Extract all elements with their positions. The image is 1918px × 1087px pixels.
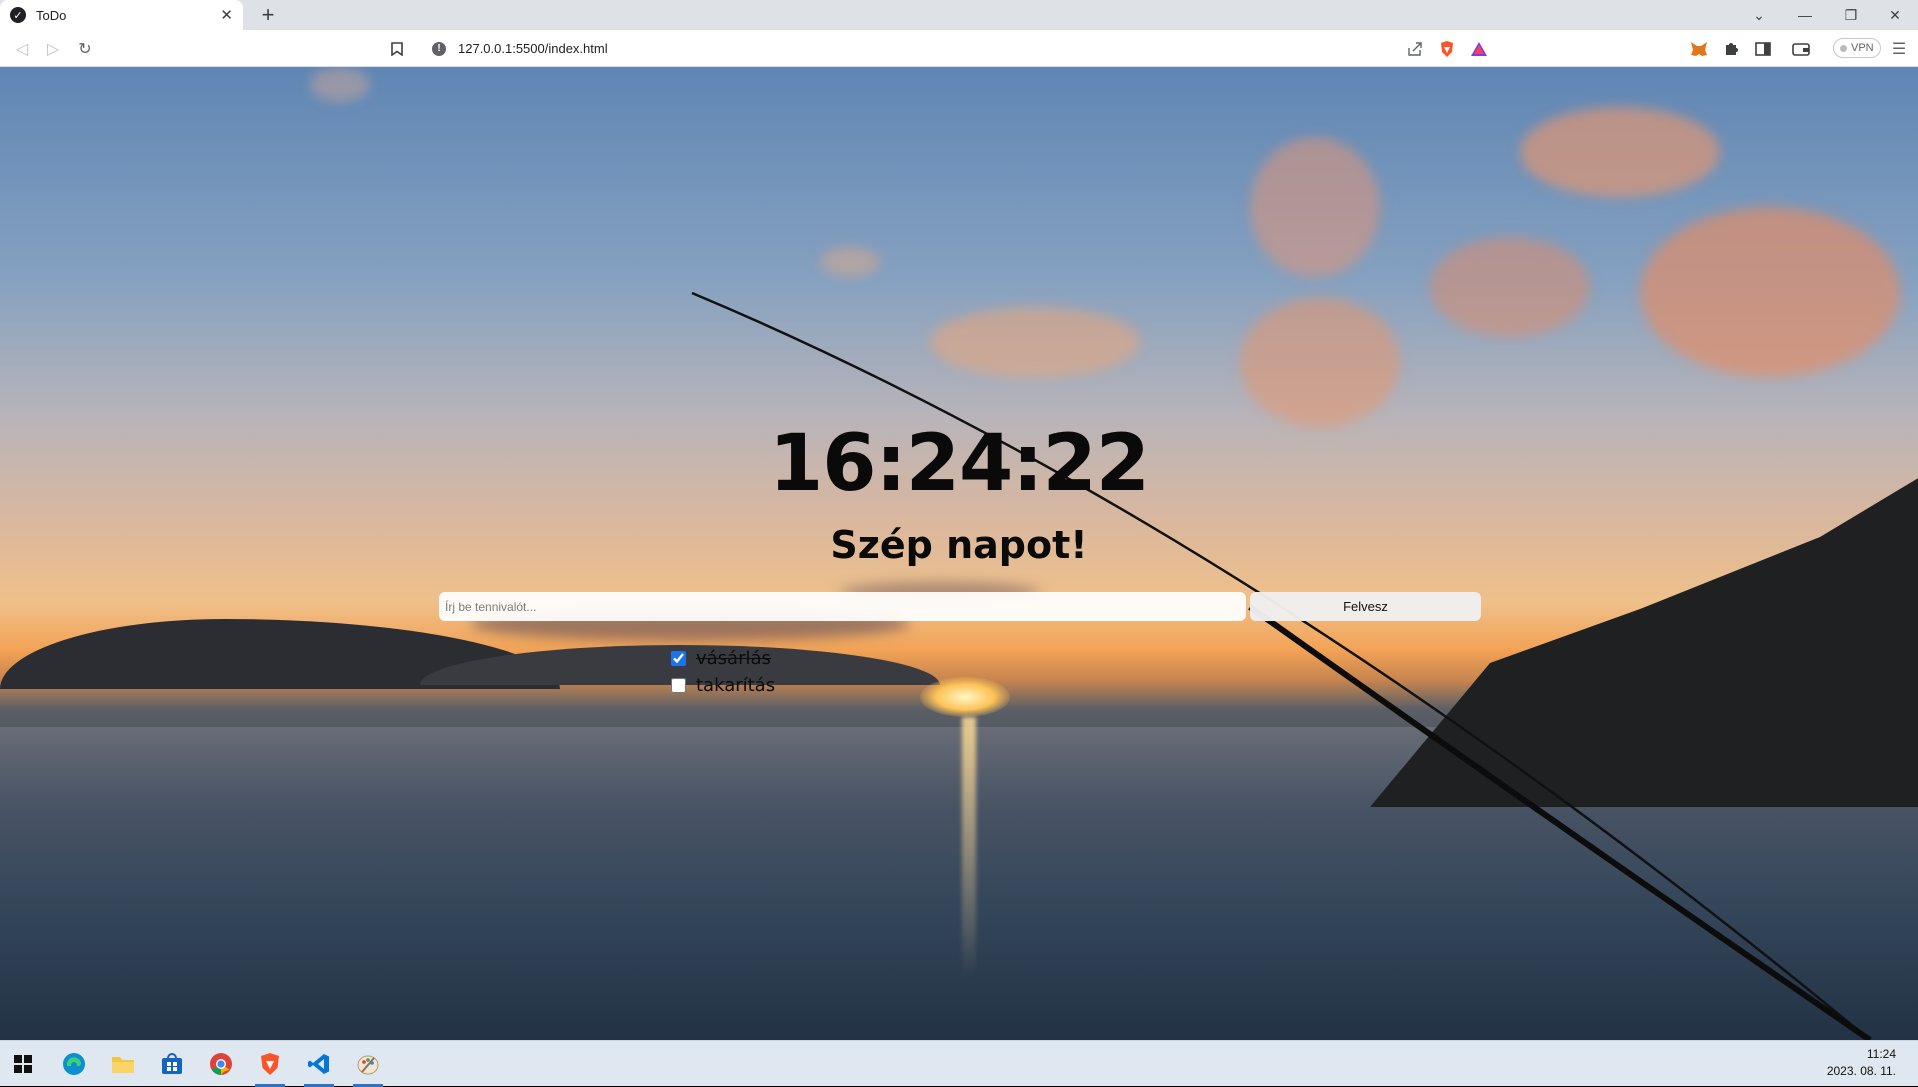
url-text[interactable]: 127.0.0.1:5500/index.html (458, 41, 1406, 56)
file-explorer-icon[interactable] (106, 1047, 140, 1081)
tab-todo[interactable]: ✓ ToDo ✕ (0, 0, 243, 30)
background-cloud (1250, 137, 1380, 277)
sun (920, 677, 1010, 717)
metamask-fox-icon[interactable] (1686, 36, 1712, 62)
background-cloud (1240, 297, 1400, 427)
system-clock[interactable]: 11:24 2023. 08. 11. (1827, 1046, 1896, 1080)
todo-item: vásárlás (671, 645, 775, 672)
microsoft-store-icon[interactable] (155, 1047, 189, 1081)
sun-reflection (962, 717, 976, 977)
reload-button[interactable]: ↻ (72, 36, 98, 62)
edge-browser-icon[interactable] (57, 1047, 91, 1081)
todo-label: takarítás (696, 675, 776, 696)
vpn-button[interactable]: VPN (1833, 38, 1881, 58)
background-cloud (1640, 207, 1900, 377)
tab-title: ToDo (36, 7, 67, 23)
todo-checkbox[interactable] (671, 651, 686, 666)
check-circle-icon: ✓ (10, 7, 26, 23)
menu-icon[interactable]: ☰ (1886, 36, 1912, 62)
todo-item: takarítás (671, 672, 775, 699)
browser-toolbar: ◁ ▷ ↻ ! 127.0.0.1:5500/index.html VPN ☰ (0, 30, 1918, 67)
background-cloud (930, 307, 1140, 377)
todo-input[interactable] (439, 592, 1246, 621)
wallet-icon[interactable] (1788, 36, 1814, 62)
todo-checkbox[interactable] (671, 678, 686, 693)
background-cloud (1430, 237, 1590, 337)
bookmark-icon[interactable] (384, 36, 410, 62)
paint-icon[interactable] (351, 1047, 385, 1087)
site-info-icon[interactable]: ! (432, 41, 446, 56)
extensions-puzzle-icon[interactable] (1718, 36, 1744, 62)
close-tab-icon[interactable]: ✕ (220, 6, 233, 24)
brave-rewards-icon[interactable] (1470, 40, 1488, 58)
todo-label: vásárlás (696, 648, 771, 669)
close-window-button[interactable]: ✕ (1872, 0, 1918, 30)
todo-page: 16:24:22 Szép napot! Felvesz vásárlás ta… (0, 67, 1918, 1040)
vscode-icon[interactable] (302, 1047, 336, 1087)
restore-button[interactable]: ❐ (1828, 0, 1874, 30)
background-cloud (310, 67, 370, 102)
vpn-status-icon (1840, 44, 1847, 52)
minimize-button[interactable]: — (1782, 0, 1828, 30)
back-button[interactable]: ◁ (9, 36, 35, 62)
greeting: Szép napot! (830, 523, 1088, 567)
address-bar[interactable]: ! 127.0.0.1:5500/index.html (420, 34, 1498, 63)
taskbar: 11:24 2023. 08. 11. (0, 1040, 1918, 1087)
tab-search-button[interactable]: ⌄ (1736, 0, 1782, 30)
system-date: 2023. 08. 11. (1826, 1064, 1896, 1078)
tab-strip: ✓ ToDo ✕ + ⌄ — ❐ ✕ (0, 0, 1918, 30)
chrome-icon[interactable] (204, 1047, 238, 1081)
background-cloud (820, 247, 880, 277)
sidebar-icon[interactable] (1750, 36, 1776, 62)
share-icon[interactable] (1406, 40, 1424, 58)
clock: 16:24:22 (768, 419, 1150, 509)
add-todo-button[interactable]: Felvesz (1250, 592, 1481, 621)
brave-shields-icon[interactable] (1438, 40, 1456, 58)
new-tab-button[interactable]: + (255, 2, 281, 28)
vpn-label: VPN (1851, 42, 1874, 54)
forward-button[interactable]: ▷ (40, 36, 66, 62)
system-time: 11:24 (1866, 1047, 1896, 1061)
brave-browser-icon[interactable] (253, 1047, 287, 1087)
todo-list: vásárlás takarítás (671, 645, 775, 699)
background-cloud (1520, 107, 1720, 197)
windows-start-icon[interactable] (6, 1047, 40, 1081)
